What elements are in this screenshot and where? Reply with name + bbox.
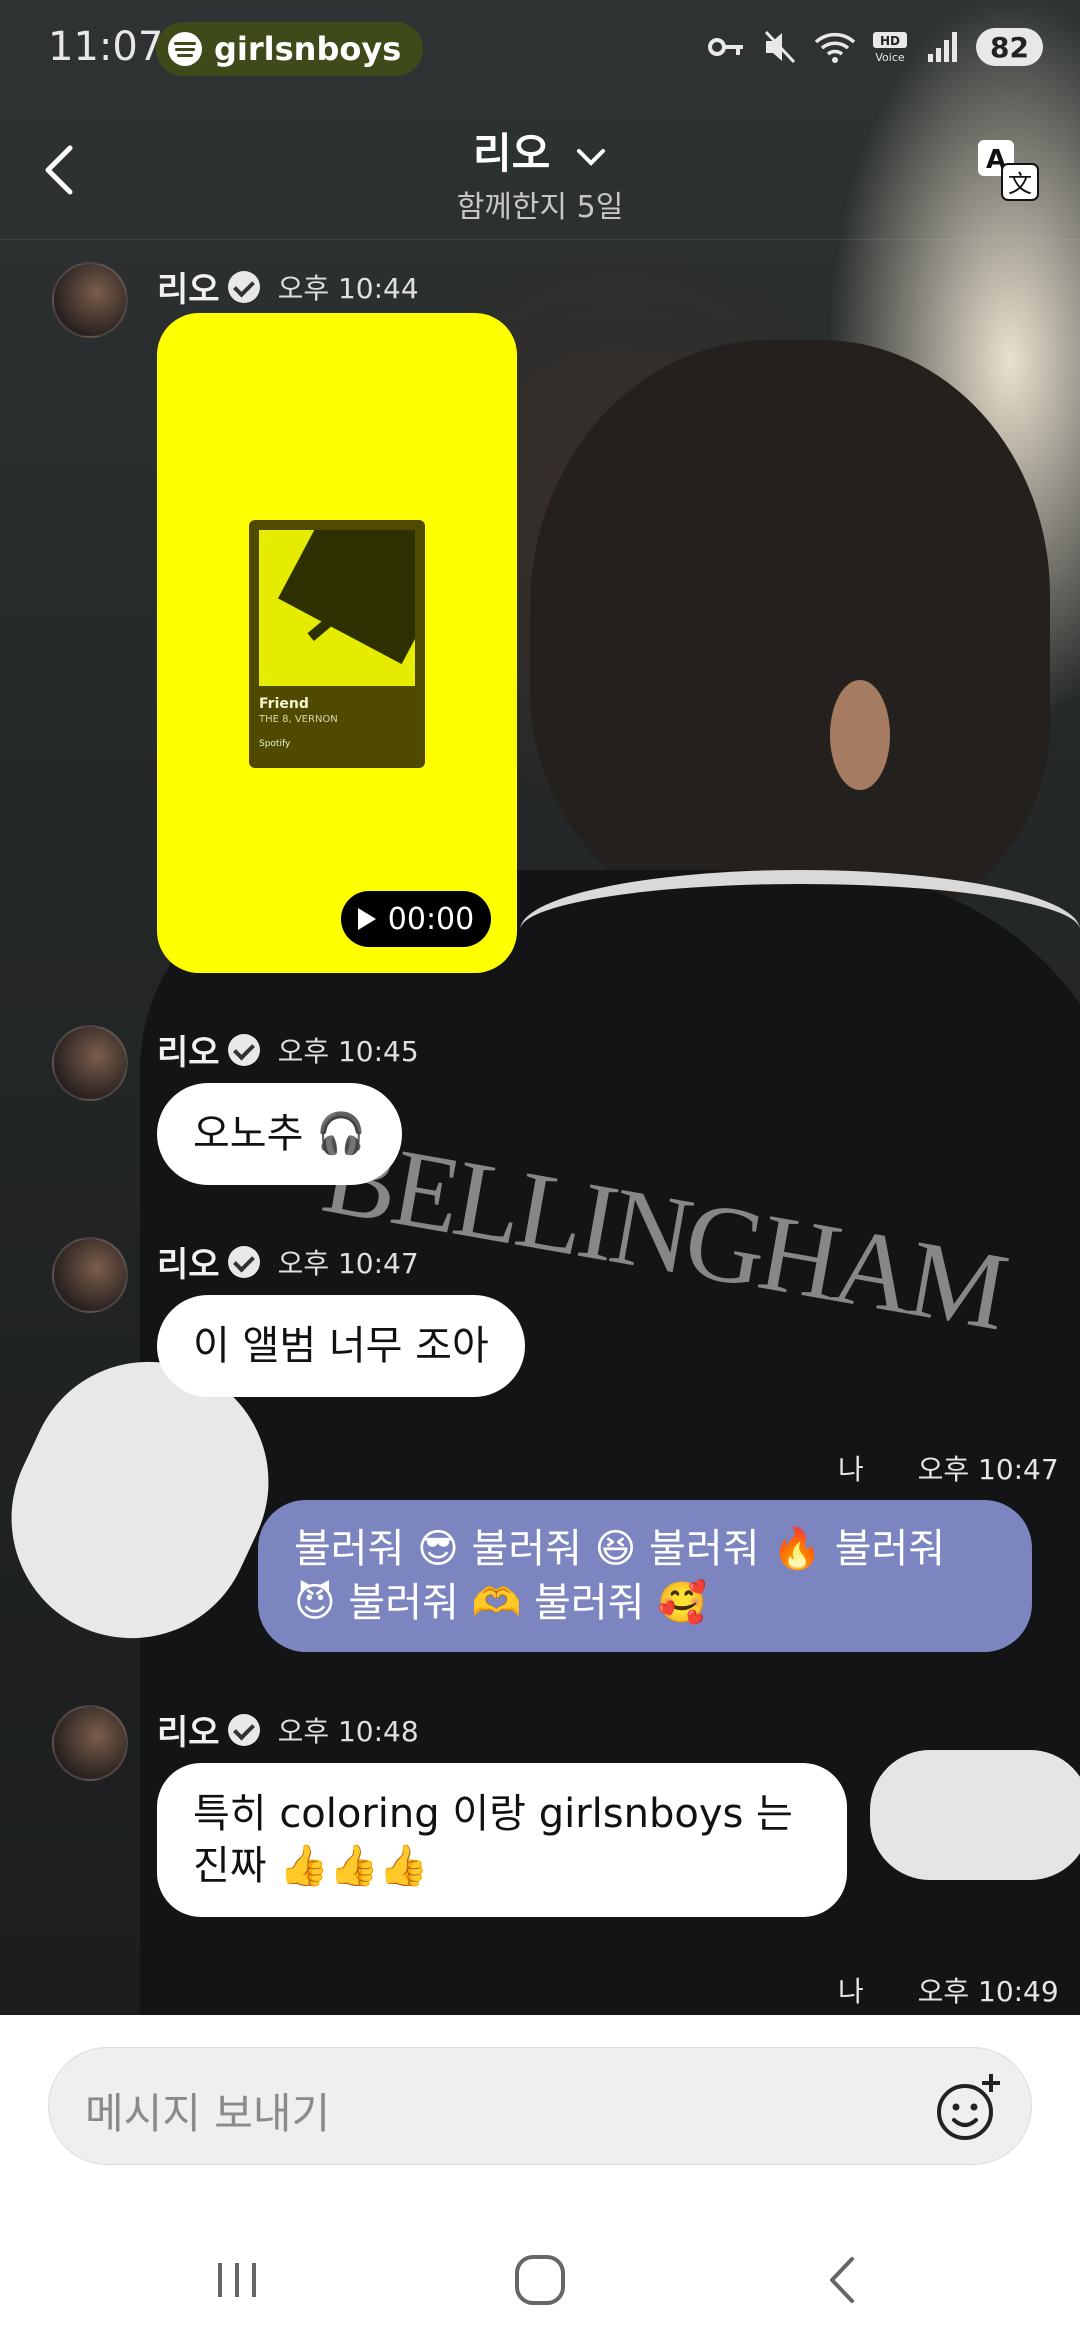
chat-subtitle: 함께한지 5일 (456, 190, 624, 225)
message-line: 특히 coloring 이랑 girlsnboys 는 (193, 1791, 793, 1837)
spotify-icon (168, 32, 202, 66)
wifi-icon (814, 32, 856, 63)
message-header: 리오 오후 10:45 (157, 1025, 419, 1074)
message-line: 😈 불러줘 🫶 불러줘 🥰 (294, 1580, 707, 1626)
message-input-placeholder: 메시지 보내기 (85, 2089, 331, 2138)
chat-header: 리오 함께한지 5일 A 文 (0, 110, 1080, 240)
now-playing-label: girlsnboys (214, 30, 402, 68)
now-playing-pill[interactable]: girlsnboys (156, 22, 424, 76)
avatar[interactable] (52, 1025, 128, 1101)
album-cover: Friend THE 8, VERNON Spotify (249, 520, 425, 768)
bg-sleeve (870, 1750, 1080, 1880)
bg-hair (530, 340, 1050, 920)
message-header: 리오 오후 10:44 (157, 262, 419, 311)
key-icon (708, 38, 743, 56)
verified-badge-icon (227, 270, 260, 303)
verified-badge-icon (227, 1245, 260, 1278)
outgoing-message-meta: 나 오후 10:49 (838, 1970, 1059, 2010)
sender-name: 리오 (157, 1033, 220, 1073)
message-time: 오후 10:48 (277, 1714, 419, 1748)
spotify-music-card[interactable]: Friend THE 8, VERNON Spotify 00:00 (157, 313, 517, 973)
chat-title[interactable]: 리오 (0, 120, 1080, 181)
incoming-message-bubble[interactable]: 특히 coloring 이랑 girlsnboys 는 진짜 👍👍👍 (157, 1763, 847, 1917)
play-button[interactable]: 00:00 (341, 891, 491, 947)
message-time: 오후 10:44 (277, 271, 419, 305)
message-line: 진짜 👍👍👍 (193, 1843, 429, 1889)
translate-icon[interactable]: A 文 (976, 138, 1040, 202)
message-header: 리오 오후 10:47 (157, 1237, 419, 1286)
sender-name: 리오 (157, 1713, 220, 1753)
message-header: 리오 오후 10:48 (157, 1705, 419, 1754)
status-bar: 11:07 girlsnboys HD Voice 82 (0, 0, 1080, 100)
play-icon (357, 908, 376, 930)
chevron-down-icon (576, 148, 605, 166)
bg-collar (520, 870, 1080, 990)
avatar[interactable] (52, 262, 128, 338)
message-time: 오후 10:47 (917, 1453, 1059, 1486)
incoming-message-bubble[interactable]: 오노추 🎧 (157, 1083, 402, 1185)
incoming-message-bubble[interactable]: 이 앨범 너무 조아 (157, 1295, 525, 1397)
status-time: 11:07 (48, 24, 164, 70)
add-emoji-icon[interactable] (929, 2068, 1009, 2148)
message-time: 오후 10:45 (277, 1034, 419, 1068)
outgoing-message-bubble[interactable]: 불러줘 😎 불러줘 😆 불러줘 🔥 불러줘 😈 불러줘 🫶 불러줘 🥰 (258, 1500, 1032, 1652)
chat-title-name: 리오 (473, 129, 551, 178)
verified-badge-icon (227, 1713, 260, 1746)
album-art (259, 530, 415, 686)
bg-ear (830, 680, 890, 790)
sender-self-label: 나 (838, 1453, 864, 1486)
system-icons: HD Voice 82 (708, 28, 1043, 66)
message-time: 오후 10:47 (277, 1246, 419, 1280)
avatar[interactable] (52, 1705, 128, 1781)
message-input[interactable]: 메시지 보내기 (48, 2047, 1032, 2165)
message-time: 오후 10:49 (917, 1975, 1059, 2008)
sender-self-label: 나 (838, 1975, 864, 2008)
avatar[interactable] (52, 1237, 128, 1313)
nav-back-icon[interactable] (808, 2245, 878, 2315)
sender-name: 리오 (157, 1245, 220, 1285)
mute-icon (764, 30, 796, 64)
system-nav-bar (0, 2215, 1080, 2340)
song-title: Friend (259, 696, 309, 712)
svg-text:Voice: Voice (875, 51, 905, 64)
play-duration: 00:00 (387, 901, 475, 937)
verified-badge-icon (227, 1033, 260, 1066)
signal-icon (928, 32, 957, 62)
spotify-brand: Spotify (259, 739, 291, 749)
sender-name: 리오 (157, 270, 220, 310)
svg-text:HD: HD (880, 34, 900, 48)
svg-text:文: 文 (1008, 170, 1032, 198)
battery-indicator: 82 (976, 28, 1043, 66)
hd-voice-icon: HD Voice (873, 32, 907, 64)
message-line: 불러줘 😎 불러줘 😆 불러줘 🔥 불러줘 (294, 1526, 946, 1572)
home-icon[interactable] (505, 2245, 575, 2315)
song-artist: THE 8, VERNON (259, 714, 338, 725)
recent-apps-icon[interactable] (202, 2245, 272, 2315)
outgoing-message-meta: 나 오후 10:47 (838, 1448, 1059, 1488)
